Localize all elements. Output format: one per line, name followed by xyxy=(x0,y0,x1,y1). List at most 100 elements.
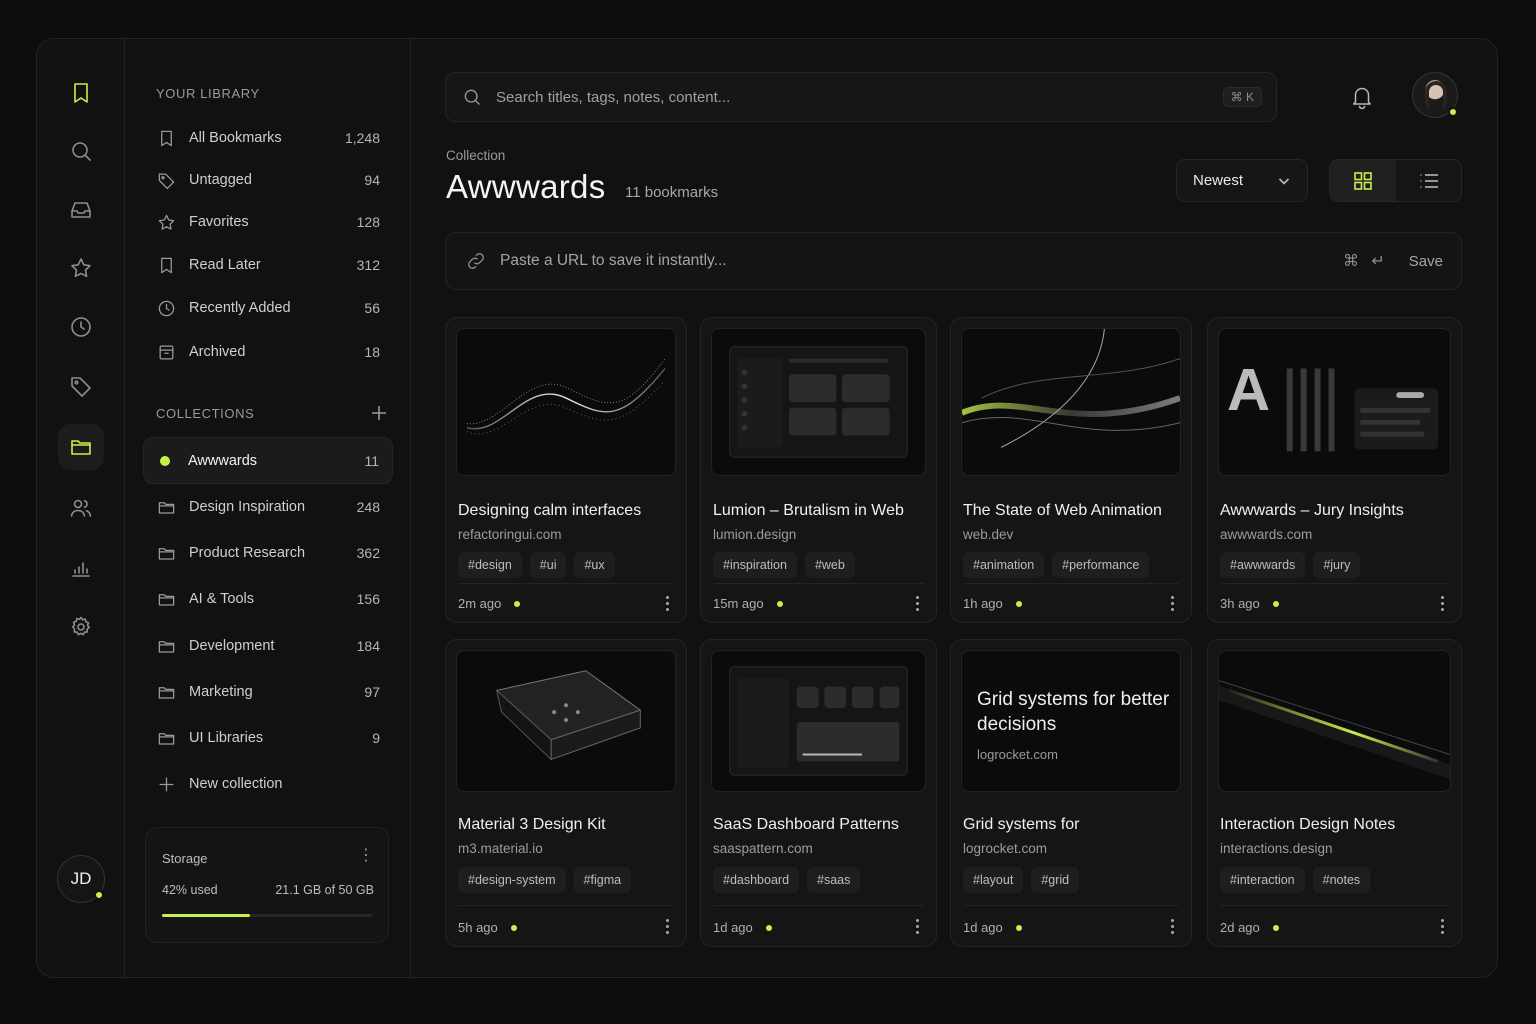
sidebar-item-label: All Bookmarks xyxy=(189,130,282,146)
bookmark-title[interactable]: Grid systems for xyxy=(963,816,1079,834)
search-icon[interactable] xyxy=(58,128,104,174)
bookmark-time: 1d ago xyxy=(713,920,772,935)
tag-chip[interactable]: #figma xyxy=(573,867,632,893)
more-vertical-icon[interactable] xyxy=(916,596,920,614)
bookmark-title[interactable]: Material 3 Design Kit xyxy=(458,816,606,834)
list-view-button[interactable] xyxy=(1396,160,1461,201)
bookmark-title[interactable]: Interaction Design Notes xyxy=(1220,816,1395,834)
status-dot xyxy=(514,600,521,607)
tag-chip[interactable]: #design-system xyxy=(458,867,566,893)
star-icon[interactable] xyxy=(58,245,104,291)
bookmark-thumbnail xyxy=(1218,650,1451,792)
bookmark-card[interactable]: Lumion – Brutalism in Web lumion.design … xyxy=(700,317,937,623)
inbox-icon[interactable] xyxy=(58,187,104,233)
save-button[interactable]: Save xyxy=(1409,253,1443,270)
user-avatar[interactable]: JD xyxy=(57,855,105,903)
folder-icon xyxy=(158,732,175,745)
bookmark-title[interactable]: Designing calm interfaces xyxy=(458,502,641,520)
tag-list: #animation #performance xyxy=(963,552,1150,578)
url-input[interactable]: Paste a URL to save it instantly... xyxy=(500,252,727,270)
sidebar-item-product-research[interactable]: Product Research 362 xyxy=(143,531,393,575)
bookmark-card[interactable]: Material 3 Design Kit m3.material.io #de… xyxy=(445,639,687,947)
new-collection-button[interactable]: New collection xyxy=(143,762,393,806)
save-shortcut-hint: ⌘ ↵ xyxy=(1342,253,1389,270)
bookmark-card[interactable]: A Awwwards – Jury Insights awwwards.com … xyxy=(1207,317,1462,623)
tag-chip[interactable]: #awwwards xyxy=(1220,552,1306,578)
bookmark-icon[interactable] xyxy=(58,70,104,116)
bookmark-card[interactable]: Grid systems for better decisions logrock… xyxy=(950,639,1192,947)
folder-icon xyxy=(158,547,175,560)
tag-chip[interactable]: #web xyxy=(804,552,855,578)
more-vertical-icon[interactable]: ⋮ xyxy=(358,848,374,864)
add-collection-button[interactable] xyxy=(369,403,389,423)
sidebar-item-all-bookmarks[interactable]: All Bookmarks 1,248 xyxy=(143,116,393,160)
more-vertical-icon[interactable] xyxy=(1171,919,1175,937)
more-vertical-icon[interactable] xyxy=(1441,919,1445,937)
sidebar-item-awwwards[interactable]: Awwwards 11 xyxy=(143,437,393,484)
sidebar-item-favorites[interactable]: Favorites 128 xyxy=(143,200,393,244)
bookmark-title[interactable]: Awwwards – Jury Insights xyxy=(1220,502,1404,520)
bookmark-thumbnail xyxy=(711,650,926,792)
sidebar-item-count: 1,248 xyxy=(344,130,380,146)
tag-chip[interactable]: #ui xyxy=(529,552,567,578)
bookmark-title[interactable]: Lumion – Brutalism in Web xyxy=(713,502,904,520)
sidebar-item-count: 18 xyxy=(364,344,380,360)
view-toggle xyxy=(1329,159,1462,202)
tag-chip[interactable]: #inspiration xyxy=(713,552,797,578)
sidebar-item-ui-libraries[interactable]: UI Libraries 9 xyxy=(143,716,393,760)
more-vertical-icon[interactable] xyxy=(666,919,670,937)
bell-icon xyxy=(1352,87,1372,110)
profile-avatar[interactable] xyxy=(1412,72,1458,118)
bookmark-thumbnail xyxy=(711,328,926,476)
tag-chip[interactable]: #dashboard xyxy=(713,867,800,893)
tag-chip[interactable]: #performance xyxy=(1052,552,1150,578)
bar-chart-icon[interactable] xyxy=(58,545,104,591)
tag-chip[interactable]: #animation xyxy=(963,552,1045,578)
clock-icon[interactable] xyxy=(58,304,104,350)
more-vertical-icon[interactable] xyxy=(666,596,670,614)
bookmark-domain: awwwards.com xyxy=(1220,527,1313,542)
tag-chip[interactable]: #saas xyxy=(807,867,861,893)
users-icon[interactable] xyxy=(58,485,104,531)
collections-section-label: COLLECTIONS xyxy=(156,406,255,421)
bookmark-card[interactable]: The State of Web Animation web.dev #anim… xyxy=(950,317,1192,623)
sidebar-item-ai-tools[interactable]: AI & Tools 156 xyxy=(143,577,393,621)
tag-chip[interactable]: #layout xyxy=(963,867,1024,893)
search-input[interactable]: Search titles, tags, notes, content... xyxy=(496,89,730,106)
bookmark-thumbnail: Grid systems for better decisions logrock… xyxy=(961,650,1181,792)
bookmark-title[interactable]: The State of Web Animation xyxy=(963,502,1162,520)
tag-chip[interactable]: #ux xyxy=(574,552,615,578)
bookmark-card[interactable]: Designing calm interfaces refactoringui.… xyxy=(445,317,687,623)
tag-list: #inspiration #web xyxy=(713,552,855,578)
tag-icon[interactable] xyxy=(58,363,104,409)
bookmark-card[interactable]: Interaction Design Notes interactions.de… xyxy=(1207,639,1462,947)
tag-chip[interactable]: #interaction xyxy=(1220,867,1305,893)
sidebar-item-marketing[interactable]: Marketing 97 xyxy=(143,670,393,714)
save-url-bar[interactable]: Paste a URL to save it instantly... ⌘ ↵ … xyxy=(445,232,1462,290)
more-vertical-icon[interactable] xyxy=(916,919,920,937)
svg-text:A: A xyxy=(1227,356,1270,423)
tag-chip[interactable]: #design xyxy=(458,552,522,578)
grid-view-button[interactable] xyxy=(1330,160,1396,201)
tag-chip[interactable]: #notes xyxy=(1312,867,1371,893)
more-vertical-icon[interactable] xyxy=(1441,596,1445,614)
bookmark-thumbnail: A xyxy=(1218,328,1451,476)
folder-icon[interactable] xyxy=(58,424,104,470)
tag-chip[interactable]: #jury xyxy=(1313,552,1361,578)
sidebar-item-recently-added[interactable]: Recently Added 56 xyxy=(143,286,393,330)
notifications-button[interactable] xyxy=(1349,84,1375,110)
tag-chip[interactable]: #grid xyxy=(1031,867,1080,893)
sort-dropdown[interactable]: Newest xyxy=(1176,159,1308,202)
sidebar-item-development[interactable]: Development 184 xyxy=(143,624,393,668)
sidebar-item-label: Awwwards xyxy=(188,452,258,469)
bookmark-title[interactable]: SaaS Dashboard Patterns xyxy=(713,816,899,834)
sidebar-item-design-inspiration[interactable]: Design Inspiration 248 xyxy=(143,485,393,529)
breadcrumb[interactable]: Collection xyxy=(446,148,505,163)
bookmark-card[interactable]: SaaS Dashboard Patterns saaspattern.com … xyxy=(700,639,937,947)
sidebar-item-read-later[interactable]: Read Later 312 xyxy=(143,243,393,287)
search-bar[interactable]: Search titles, tags, notes, content... ⌘… xyxy=(445,72,1277,122)
more-vertical-icon[interactable] xyxy=(1171,596,1175,614)
sidebar-item-archived[interactable]: Archived 18 xyxy=(143,330,393,374)
gear-icon[interactable] xyxy=(58,604,104,650)
sidebar-item-untagged[interactable]: Untagged 94 xyxy=(143,158,393,202)
